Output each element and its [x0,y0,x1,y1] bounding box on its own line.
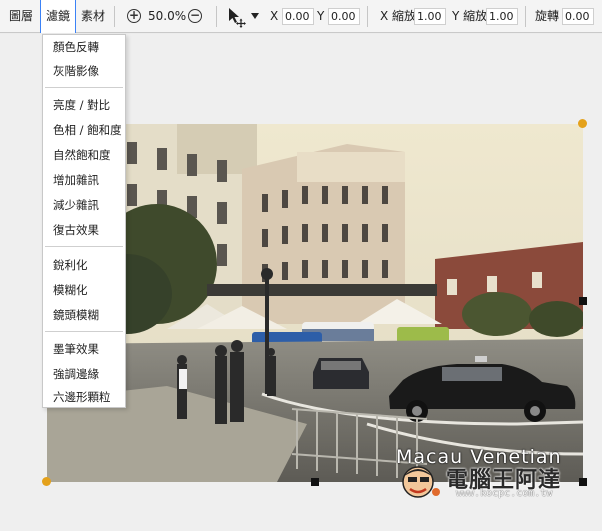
tab-assets[interactable]: 素材 [76,0,110,33]
resize-handle-bottom-right[interactable] [579,478,587,486]
x-input[interactable]: 0.00 [282,8,314,25]
y-label: Y [317,9,325,23]
street-photo [47,124,583,482]
watermark-url: www.kocpc.com.tw [456,488,553,499]
menu-item-sharpen[interactable]: 銳利化 [43,253,125,277]
photo-layer[interactable] [47,124,583,482]
rotate-handle-bottom-left[interactable] [42,477,51,486]
menu-item-edge-emphasis[interactable]: 強調邊緣 [43,362,125,386]
menu-item-add-noise[interactable]: 增加雜訊 [43,168,125,192]
menu-item-lens-blur[interactable]: 鏡頭模糊 [43,303,125,327]
menu-item-grayscale[interactable]: 灰階影像 [43,59,125,83]
zoom-level: 50.0% [148,9,187,23]
resize-handle-bottom[interactable] [311,478,319,486]
tab-filters[interactable]: 濾鏡 [40,0,77,33]
menu-item-vintage[interactable]: 復古效果 [43,218,125,242]
toolbar-divider [114,6,115,27]
menu-item-ink-sketch[interactable]: 墨筆效果 [43,337,125,361]
toolbar-divider [367,6,368,27]
toolbar-divider [525,6,526,27]
resize-handle-right[interactable] [579,297,587,305]
y-input[interactable]: 0.00 [328,8,360,25]
rotate-label: 旋轉 [535,9,560,23]
rotate-input[interactable]: 0.00 [562,8,594,25]
toolbar: 圖層 濾鏡 素材 + 50.0% − X 0.00 Y 0.00 X 縮放 1.… [0,0,602,33]
scale-x-label: X 縮放 [380,9,417,23]
scale-x-input[interactable]: 1.00 [414,8,446,25]
tab-layers[interactable]: 圖層 [4,0,38,33]
scale-y-label: Y 縮放 [452,9,488,23]
x-label: X [270,9,279,23]
menu-divider [45,331,123,332]
menu-item-invert-color[interactable]: 顏色反轉 [43,35,125,59]
menu-item-vibrance[interactable]: 自然飽和度 [43,143,125,167]
zoom-out-icon[interactable]: − [188,9,202,23]
menu-divider [45,246,123,247]
menu-item-blur[interactable]: 模糊化 [43,278,125,302]
zoom-in-icon[interactable]: + [127,9,141,23]
menu-item-hexagonal-grain[interactable]: 六邊形顆粒 [43,387,125,407]
menu-item-brightness-contrast[interactable]: 亮度 / 對比 [43,93,125,117]
mascot-logo-icon [398,462,442,502]
scale-y-input[interactable]: 1.00 [486,8,518,25]
move-tool-icon[interactable] [226,6,262,28]
menu-divider [45,87,123,88]
menu-item-reduce-noise[interactable]: 減少雜訊 [43,193,125,217]
toolbar-divider [216,6,217,27]
menu-item-hue-saturation[interactable]: 色相 / 飽和度 [43,118,125,142]
rotate-handle-top-right[interactable] [578,119,587,128]
filter-dropdown-menu: 顏色反轉 灰階影像 亮度 / 對比 色相 / 飽和度 自然飽和度 增加雜訊 減少… [42,34,126,408]
